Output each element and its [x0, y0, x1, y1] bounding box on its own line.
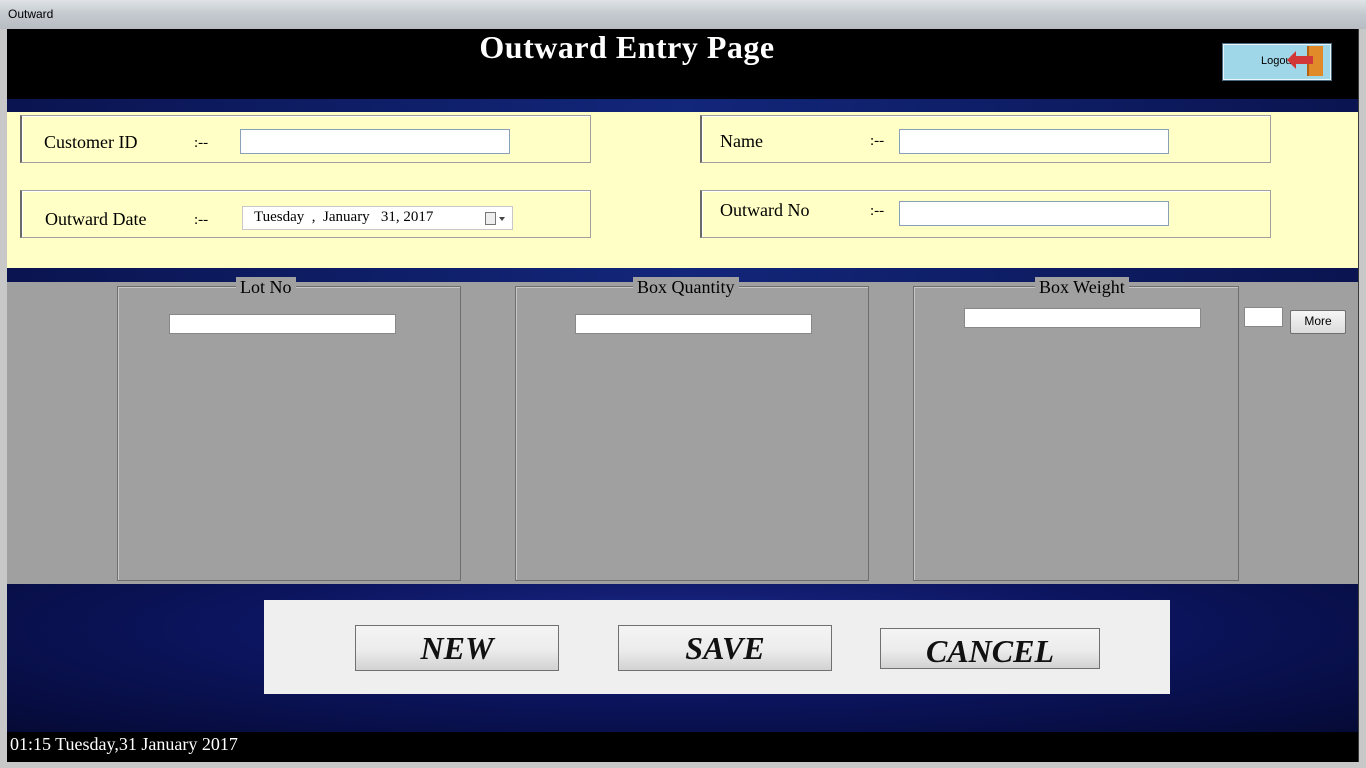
band-top [7, 99, 1358, 112]
more-button[interactable]: More [1290, 310, 1346, 334]
customer-id-label: Customer ID [44, 132, 138, 152]
outward-date-label: Outward Date [45, 209, 147, 229]
lot-no-title: Lot No [236, 277, 296, 298]
outward-date-value: Tuesday , January 31, 2017 [254, 209, 434, 225]
box-weight-input[interactable] [964, 308, 1201, 328]
main-window: Outward Entry Page Logout Customer ID :-… [7, 29, 1359, 762]
box-weight-extra-input[interactable] [1244, 307, 1283, 327]
box-quantity-input[interactable] [575, 314, 812, 334]
cancel-button[interactable]: CANCEL [880, 628, 1100, 669]
form-area: Customer ID :-- Name :-- Outward Date :-… [7, 112, 1358, 268]
outward-date-picker[interactable]: Tuesday , January 31, 2017 [242, 206, 513, 230]
outward-date-separator: :-- [194, 212, 209, 228]
customer-id-input[interactable] [240, 129, 510, 154]
action-panel: NEW SAVE CANCEL [264, 600, 1170, 694]
page-title: Outward Entry Page [479, 29, 775, 65]
name-group: Name :-- [700, 115, 1271, 163]
name-input[interactable] [899, 129, 1169, 154]
logout-button[interactable]: Logout [1222, 43, 1332, 81]
exit-arrow-icon [1287, 51, 1313, 69]
calendar-icon [485, 212, 496, 225]
chevron-down-icon [499, 217, 505, 221]
outward-no-group: Outward No :-- [700, 190, 1271, 238]
entry-grid-area: Lot No Box Quantity Box Weight More [7, 277, 1358, 584]
outward-no-separator: :-- [870, 203, 885, 219]
save-button[interactable]: SAVE [618, 625, 832, 671]
box-weight-group: Box Weight [913, 277, 1239, 581]
box-weight-title: Box Weight [1035, 277, 1129, 298]
name-label: Name [720, 131, 763, 151]
outward-no-input[interactable] [899, 201, 1169, 226]
window-title: Outward [8, 7, 54, 21]
window-titlebar: Outward [0, 0, 1366, 29]
outward-no-label: Outward No [720, 200, 810, 220]
box-quantity-title: Box Quantity [633, 277, 739, 298]
status-datetime: 01:15 Tuesday,31 January 2017 [10, 734, 238, 754]
customer-id-separator: :-- [194, 135, 209, 151]
lot-no-group: Lot No [117, 277, 461, 581]
outward-date-group: Outward Date :-- Tuesday , January 31, 2… [20, 190, 591, 238]
status-bar: 01:15 Tuesday,31 January 2017 [7, 732, 1358, 762]
name-separator: :-- [870, 133, 885, 149]
lot-no-input[interactable] [169, 314, 396, 334]
new-button[interactable]: NEW [355, 625, 559, 671]
customer-id-group: Customer ID :-- [20, 115, 591, 163]
box-quantity-group: Box Quantity [515, 277, 869, 581]
header: Outward Entry Page Logout [7, 29, 1358, 99]
